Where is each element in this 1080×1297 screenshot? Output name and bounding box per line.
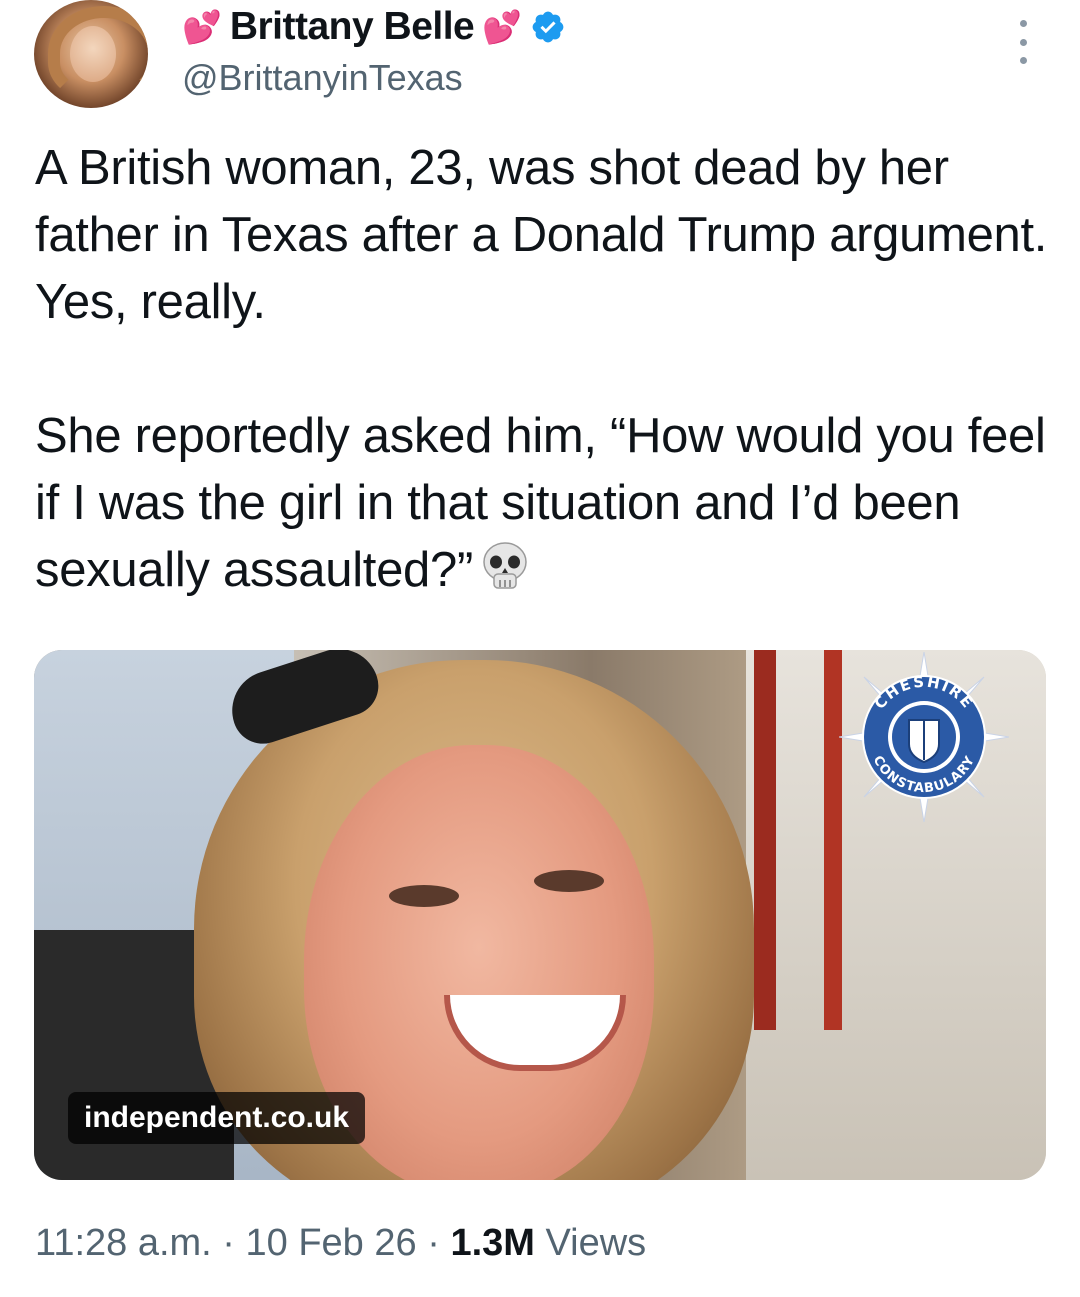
tweet-paragraph-1: A British woman, 23, was shot dead by he… bbox=[35, 141, 1060, 329]
tweet-date[interactable]: 10 Feb 26 bbox=[246, 1222, 417, 1264]
tweet-time[interactable]: 11:28 a.m. bbox=[35, 1222, 212, 1264]
views-label[interactable]: Views bbox=[545, 1222, 646, 1264]
more-options-icon[interactable] bbox=[1012, 20, 1034, 64]
photo-subject-eye bbox=[389, 885, 459, 907]
dot bbox=[1019, 38, 1027, 46]
author-name-row[interactable]: 💕 Brittany Belle 💕 bbox=[182, 2, 566, 52]
meta-separator: · bbox=[427, 1222, 440, 1264]
tweet-paragraph-2: She reportedly asked him, “How would you… bbox=[35, 403, 1055, 604]
author-display-name[interactable]: Brittany Belle bbox=[230, 5, 475, 49]
tweet-paragraph-2-text: She reportedly asked him, “How would you… bbox=[35, 409, 1059, 597]
skull-icon bbox=[483, 542, 527, 589]
meta-separator: · bbox=[222, 1222, 235, 1264]
pink-heart-emoji-icon: 💕 bbox=[182, 9, 222, 45]
avatar-face bbox=[70, 26, 116, 82]
photo-subject-eye bbox=[534, 870, 604, 892]
dot bbox=[1019, 57, 1027, 64]
views-count[interactable]: 1.3M bbox=[450, 1222, 534, 1264]
media-source-label[interactable]: independent.co.uk bbox=[68, 1092, 366, 1144]
author-avatar[interactable] bbox=[34, 0, 148, 108]
cheshire-constabulary-logo: CHESHIRE CONSTABULARY bbox=[839, 652, 1009, 822]
tweet-text: A British woman, 23, was shot dead by he… bbox=[35, 135, 1055, 604]
verified-badge-icon bbox=[532, 11, 564, 43]
tweet-media-image[interactable]: CHESHIRE CONSTABULARY independent.co.uk bbox=[34, 650, 1046, 1180]
dot bbox=[1019, 20, 1027, 27]
tweet-meta: 11:28 a.m. · 10 Feb 26 · 1.3M Views bbox=[35, 1222, 646, 1265]
pink-heart-emoji-icon: 💕 bbox=[482, 9, 523, 45]
background-red-pillar bbox=[754, 650, 776, 1030]
author-handle[interactable]: @BrittanyinTexas bbox=[182, 57, 463, 99]
